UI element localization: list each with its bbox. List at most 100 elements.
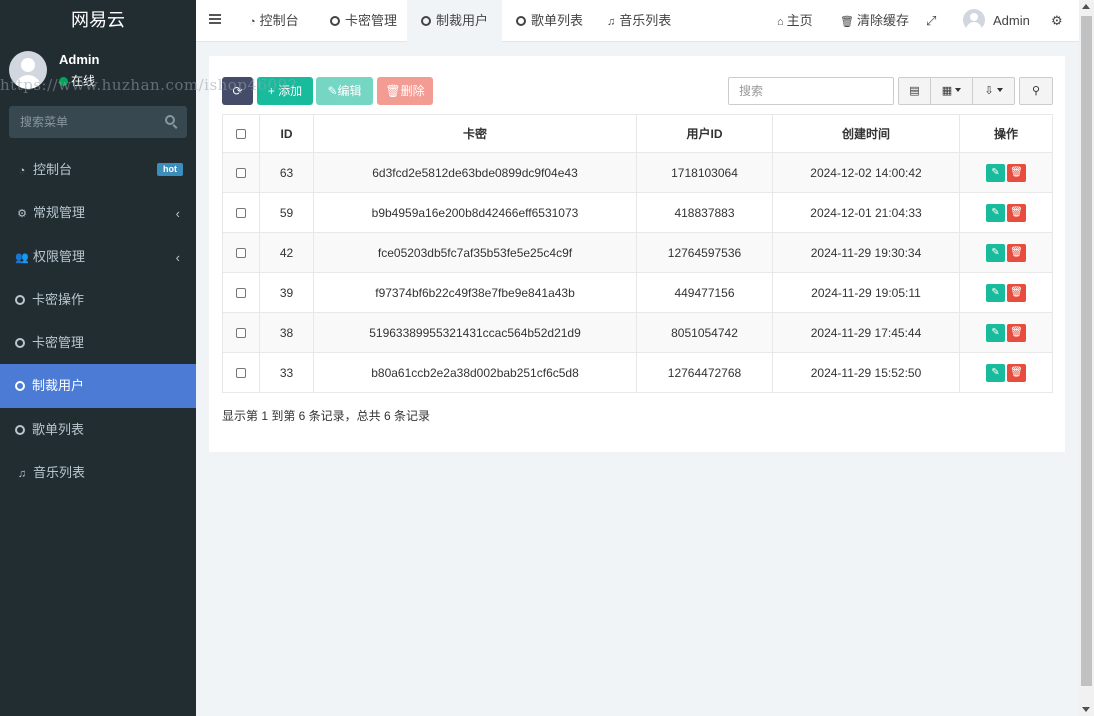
delete-label: 删除 (400, 84, 425, 98)
sidebar-item-permission[interactable]: 👥 权限管理 ‹ (0, 235, 196, 278)
row-checkbox[interactable] (236, 208, 246, 219)
col-key[interactable]: 卡密 (313, 114, 637, 153)
table-row: 59 b9b4959a16e200b8d42466eff6531073 4188… (222, 192, 1053, 233)
menu-toggle-icon[interactable] (209, 14, 221, 24)
col-user-id[interactable]: 用户ID (636, 114, 773, 153)
settings-icon[interactable]: ⚙ (1051, 0, 1063, 42)
user-panel: Admin 在线 (0, 42, 196, 100)
select-all-cell (222, 114, 260, 153)
fullscreen-icon[interactable]: ⤢ (926, 0, 936, 42)
circle-icon (330, 16, 340, 26)
sidebar-item-label: 卡密操作 (32, 291, 85, 307)
row-delete-button[interactable]: 🗑 (1007, 363, 1026, 382)
avatar (9, 51, 47, 89)
user-name: Admin (59, 52, 100, 67)
edit-button[interactable]: ✎编辑 (316, 77, 373, 105)
caret-down-icon (955, 88, 962, 92)
circle-icon (15, 381, 25, 392)
row-delete-button[interactable]: 🗑 (1007, 283, 1026, 302)
clear-cache-link[interactable]: 🗑 清除缓存 (840, 0, 909, 42)
refresh-button[interactable]: ⟳ (222, 77, 253, 105)
sidebar-item-playlists[interactable]: 歌单列表 (0, 408, 196, 451)
topbar: ◔ 控制台 卡密管理 制裁用户 歌单列表 ♫ 音乐列表 ⌂ 主页 🗑 清除缓存 ⤢ Ad… (196, 0, 1094, 42)
row-delete-button[interactable]: 🗑 (1007, 323, 1026, 342)
clear-cache-label: 清除缓存 (856, 13, 909, 28)
row-checkbox[interactable] (236, 368, 246, 379)
search-icon: ⚲ (1031, 85, 1041, 97)
chevron-left-icon: ‹ (175, 206, 180, 222)
scroll-up-icon[interactable] (1082, 4, 1090, 9)
trash-icon: 🗑 (840, 16, 854, 28)
search-icon[interactable] (165, 115, 175, 125)
row-checkbox[interactable] (236, 288, 246, 299)
tab-dashboard[interactable]: ◔ 控制台 (235, 0, 313, 42)
table-search-input[interactable] (728, 77, 894, 105)
data-table: ID 卡密 用户ID 创建时间 操作 63 6d3fcd2e5812de63bd… (222, 114, 1053, 393)
tab-card-management[interactable]: 卡密管理 (316, 0, 411, 42)
cell-key: 6d3fcd2e5812de63bde0899dc9f04e43 (313, 152, 637, 193)
vertical-scrollbar[interactable] (1079, 0, 1094, 716)
table-row: 33 b80a61ccb2e2a38d002bab251cf6c5d8 1276… (222, 352, 1053, 393)
columns-button[interactable]: ▦ (930, 77, 973, 105)
app-logo[interactable]: 网易云 (0, 0, 196, 42)
sidebar-item-sanctioned-users[interactable]: 制裁用户 (0, 364, 196, 408)
row-select-cell (222, 192, 260, 233)
select-all-checkbox[interactable] (236, 129, 246, 140)
row-select-cell (222, 232, 260, 273)
users-icon: 👥 (15, 251, 29, 264)
chevron-left-icon: ‹ (175, 249, 180, 265)
scrollbar-thumb[interactable] (1081, 16, 1092, 686)
export-button[interactable]: ⇩ (972, 77, 1015, 105)
row-edit-button[interactable]: ✎ (986, 203, 1005, 222)
sidebar-item-general[interactable]: ⚙ 常规管理 ‹ (0, 191, 196, 234)
cell-created-time: 2024-11-29 19:30:34 (772, 232, 960, 273)
col-id[interactable]: ID (259, 114, 314, 153)
cell-created-time: 2024-12-01 21:04:33 (772, 192, 960, 233)
sidebar-item-card-operation[interactable]: 卡密操作 (0, 278, 196, 321)
cell-created-time: 2024-11-29 15:52:50 (772, 352, 960, 393)
circle-icon (421, 16, 431, 26)
delete-button[interactable]: 🗑删除 (377, 77, 433, 105)
row-checkbox[interactable] (236, 168, 246, 179)
refresh-icon: ⟳ (232, 84, 243, 98)
cell-id: 33 (259, 352, 314, 393)
user-menu[interactable]: Admin (963, 0, 1030, 42)
sidebar-item-dashboard[interactable]: ◔ 控制台 hot (0, 148, 196, 191)
home-link[interactable]: ⌂ 主页 (777, 0, 813, 42)
sidebar-item-label: 控制台 (33, 162, 73, 177)
row-edit-button[interactable]: ✎ (986, 163, 1005, 182)
menu-search (9, 106, 187, 138)
row-delete-button[interactable]: 🗑 (1007, 163, 1026, 182)
advanced-search-button[interactable]: ⚲ (1019, 77, 1053, 105)
user-menu-label: Admin (993, 13, 1030, 28)
tab-playlists[interactable]: 歌单列表 (502, 0, 597, 42)
menu-search-input[interactable] (9, 106, 149, 138)
toggle-view-button[interactable]: ▤ (898, 77, 931, 105)
row-edit-button[interactable]: ✎ (986, 243, 1005, 262)
row-delete-button[interactable]: 🗑 (1007, 203, 1026, 222)
tab-sanctioned-users[interactable]: 制裁用户 (407, 0, 503, 42)
online-dot-icon (59, 77, 68, 86)
row-delete-button[interactable]: 🗑 (1007, 243, 1026, 262)
tab-label: 音乐列表 (619, 13, 672, 28)
row-edit-button[interactable]: ✎ (986, 363, 1005, 382)
cell-id: 38 (259, 312, 314, 353)
cell-actions: ✎ 🗑 (959, 152, 1053, 193)
row-edit-button[interactable]: ✎ (986, 323, 1005, 342)
cell-key: b80a61ccb2e2a38d002bab251cf6c5d8 (313, 352, 637, 393)
add-button[interactable]: + 添加 (257, 77, 313, 105)
col-created-time[interactable]: 创建时间 (772, 114, 960, 153)
scroll-down-icon[interactable] (1082, 707, 1090, 712)
tab-music[interactable]: ♫ 音乐列表 (593, 0, 685, 42)
sidebar-item-card-management[interactable]: 卡密管理 (0, 321, 196, 364)
sidebar-item-music[interactable]: ♫ 音乐列表 (0, 451, 196, 494)
cell-key: 51963389955321431ccac564b52d21d9 (313, 312, 637, 353)
row-checkbox[interactable] (236, 248, 246, 259)
cell-actions: ✎ 🗑 (959, 352, 1053, 393)
row-edit-button[interactable]: ✎ (986, 283, 1005, 302)
row-checkbox[interactable] (236, 328, 246, 339)
cell-user-id: 449477156 (636, 272, 773, 313)
cell-key: b9b4959a16e200b8d42466eff6531073 (313, 192, 637, 233)
tab-label: 歌单列表 (531, 13, 584, 28)
avatar (963, 9, 985, 31)
